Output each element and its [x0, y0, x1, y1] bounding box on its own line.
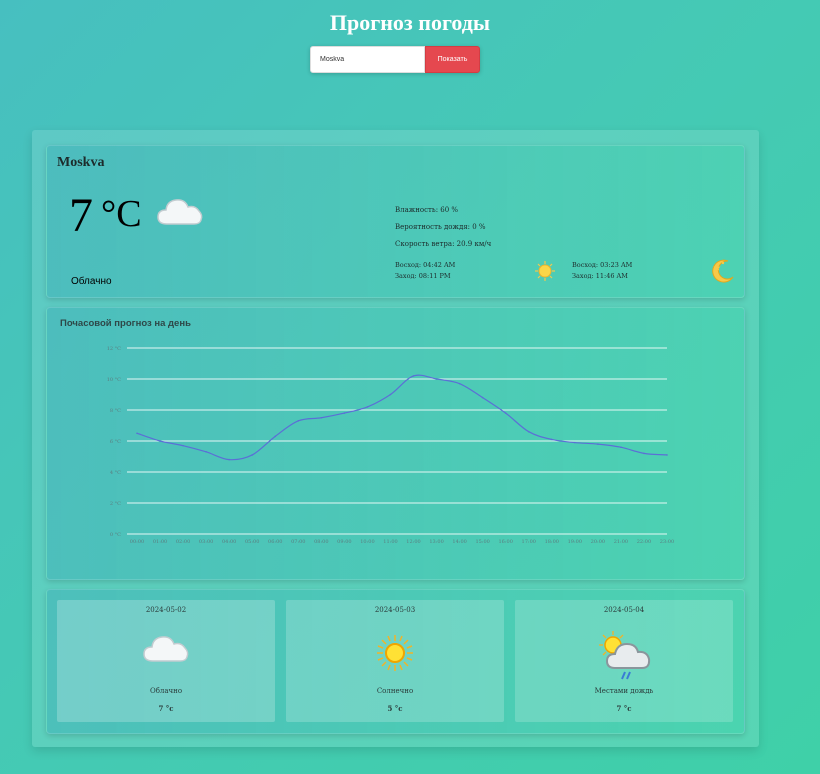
page-title: Прогноз погоды [329, 10, 491, 35]
moon-times: Восход: 03:23 AM Заход: 11:46 AM [572, 260, 632, 282]
x-tick-label: 13:00 [429, 539, 443, 545]
sun-cloud-rain-icon [595, 630, 655, 686]
day-card: 2024-05-02 Облачно 7 °c [57, 600, 275, 722]
temperature-point [643, 452, 645, 455]
moonset-text: Заход: 11:46 AM [572, 272, 628, 280]
temperature-point [182, 444, 184, 447]
y-tick-label: 4 °C [110, 470, 121, 476]
x-tick-label: 20:00 [591, 539, 605, 545]
x-tick-label: 15:00 [475, 539, 489, 545]
moonrise-text: Восход: 03:23 AM [572, 261, 633, 269]
temperature-point [458, 382, 461, 385]
rain-chance-text: Вероятность дождя: 0 % [395, 223, 486, 231]
temperature-point [205, 451, 207, 453]
hourly-forecast-card: Почасовой прогноз на день 0 °C 2 °C 4 °C 6 … [46, 307, 745, 580]
temp-value: 7 [69, 189, 93, 242]
temperature-point [527, 430, 530, 433]
temperature-point [389, 393, 392, 396]
y-tick-label: 10 °C [107, 377, 121, 383]
x-tick-label: 09:00 [337, 539, 351, 545]
temperature-point [343, 412, 346, 414]
sun-times: Восход: 04:42 AM Заход: 08:11 PM [395, 260, 455, 282]
x-tick-label: 05:00 [245, 539, 259, 545]
temperature-line [136, 374, 668, 461]
hourly-temperature-chart: 0 °C 2 °C 4 °C 6 °C 8 °C 10 °C 12 °C 00:00 01:00… [107, 346, 674, 545]
temperature-point [435, 378, 438, 380]
day-temperature: 5 °c [387, 704, 403, 713]
temperature-point [504, 412, 507, 414]
x-tick-label: 02:00 [176, 539, 190, 545]
x-tick-label: 04:00 [222, 539, 236, 545]
day-card: 2024-05-03 Солнечно 5 °c [286, 600, 504, 722]
temperature-point [136, 432, 138, 435]
temperature-point [574, 441, 576, 444]
temperature-point [228, 458, 230, 461]
current-description: Облачно [71, 276, 112, 287]
temperature-point [666, 454, 668, 456]
wind-text: Скорость ветра: 20.9 км/ч [395, 240, 492, 248]
day-description: Облачно [149, 687, 183, 695]
temperature-point [620, 446, 622, 448]
city-name: Moskva [57, 155, 105, 170]
show-button[interactable]: Показать [425, 46, 480, 73]
y-tick-label: 8 °C [110, 408, 121, 414]
x-tick-label: 07:00 [291, 539, 305, 545]
x-tick-label: 01:00 [153, 539, 167, 545]
temperature-point [159, 440, 161, 442]
sun-icon [534, 260, 556, 286]
sunset-text: Заход: 08:11 PM [395, 272, 451, 280]
city-search-input[interactable] [310, 46, 425, 73]
day-temperature: 7 °c [158, 704, 174, 713]
daily-forecast-card: 2024-05-02 Облачно 7 °c 2024-05-03 Солне… [46, 589, 745, 734]
day-description: Солнечно [376, 687, 414, 695]
current-weather-card: Moskva 7 °C Облачно Влажность: 60 % Вероя… [46, 145, 745, 298]
x-tick-label: 00:00 [130, 539, 144, 545]
day-description: Местами дождь [594, 687, 654, 695]
temp-unit: °C [101, 193, 142, 235]
y-tick-label: 12 °C [107, 346, 121, 352]
temperature-point [251, 454, 254, 456]
x-tick-label: 10:00 [360, 539, 374, 545]
temperature-point [274, 435, 277, 438]
temperature-point [481, 396, 484, 399]
cloud-icon [155, 193, 205, 233]
day-date: 2024-05-04 [603, 606, 645, 614]
x-tick-label: 16:00 [498, 539, 512, 545]
day-date: 2024-05-03 [374, 606, 416, 614]
day-date: 2024-05-02 [145, 606, 187, 614]
temperature-point [550, 438, 553, 441]
x-tick-label: 06:00 [268, 539, 282, 545]
temperature-point [366, 406, 369, 408]
search-bar: Показать [310, 46, 480, 73]
day-card: 2024-05-04 Местами дождь 7 °c [515, 600, 733, 722]
x-tick-label: 17:00 [522, 539, 536, 545]
temperature-point [412, 375, 415, 377]
x-tick-label: 22:00 [637, 539, 651, 545]
x-tick-label: 23:00 [660, 539, 674, 545]
x-tick-label: 12:00 [406, 539, 420, 545]
day-temperature: 7 °c [616, 704, 632, 713]
x-tick-label: 11:00 [383, 539, 397, 545]
x-tick-label: 03:00 [199, 539, 213, 545]
temperature-point [297, 420, 300, 422]
temperature-point [597, 443, 599, 445]
x-tick-label: 14:00 [452, 539, 466, 545]
x-tick-label: 18:00 [545, 539, 559, 545]
temperature-point [320, 416, 323, 419]
y-tick-label: 0 °C [110, 532, 121, 538]
x-tick-label: 08:00 [314, 539, 328, 545]
moon-icon [708, 257, 736, 289]
sunrise-text: Восход: 04:42 AM [395, 261, 456, 269]
sun-icon [376, 634, 414, 676]
y-tick-label: 2 °C [110, 501, 121, 507]
humidity-text: Влажность: 60 % [395, 206, 459, 214]
cloud-icon [141, 628, 191, 672]
y-tick-label: 6 °C [110, 439, 121, 445]
current-temperature: 7 °C [69, 188, 142, 244]
x-tick-label: 19:00 [568, 539, 582, 545]
x-tick-label: 21:00 [614, 539, 628, 545]
